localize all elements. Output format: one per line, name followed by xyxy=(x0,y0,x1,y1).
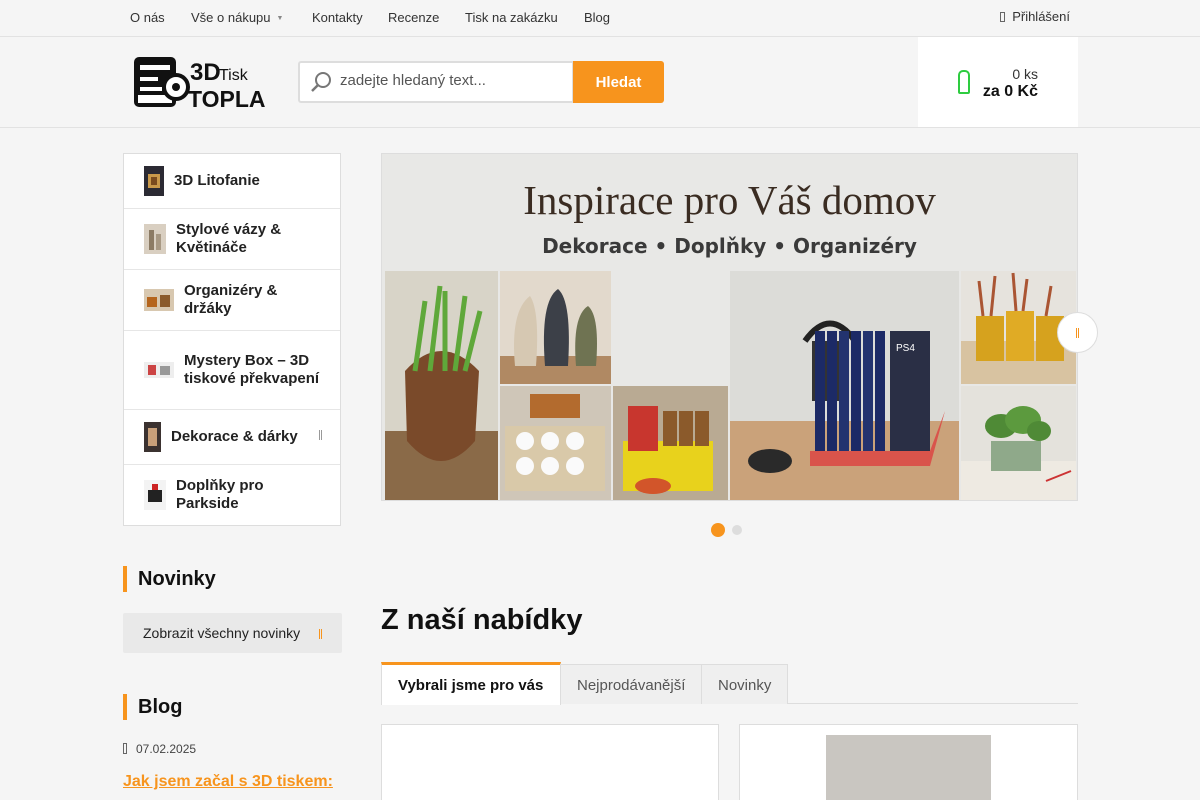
tab-recommended[interactable]: Vybrali jsme pro vás xyxy=(381,662,561,705)
logo-topla-text: TOPLA xyxy=(188,86,266,111)
nav-custom-print[interactable]: Tisk na zakázku xyxy=(465,10,558,25)
site-logo[interactable]: 3D Tisk TOPLA xyxy=(132,53,278,111)
nav-shopping-info-label: Vše o nákupu xyxy=(191,10,271,25)
chevron-right-icon xyxy=(319,629,322,639)
banner-next-button[interactable] xyxy=(1057,312,1098,353)
category-vases[interactable]: Stylové vázy & Květináče xyxy=(124,209,340,270)
category-label: Doplňky pro Parkside xyxy=(176,477,264,512)
nav-blog[interactable]: Blog xyxy=(584,10,610,25)
category-thumbnail xyxy=(144,289,174,311)
category-menu: 3D Litofanie Stylové vázy & Květináče Or… xyxy=(123,153,341,526)
category-label: Dekorace & dárky xyxy=(171,428,298,445)
banner-photo-plant-box xyxy=(961,386,1076,500)
chevron-right-icon xyxy=(319,430,322,440)
category-thumbnail xyxy=(144,224,166,254)
category-label: Mystery Box – 3D tiskové překvapení xyxy=(184,352,320,387)
product-image xyxy=(826,735,991,800)
all-news-label: Zobrazit všechny novinky xyxy=(143,625,301,641)
category-label: 3D Litofanie xyxy=(174,172,260,189)
category-mystery-box[interactable]: Mystery Box – 3D tiskové překvapení xyxy=(124,331,340,410)
search-input[interactable] xyxy=(340,72,560,89)
category-decorations[interactable]: Dekorace & dárky xyxy=(124,410,340,465)
news-heading: Novinky xyxy=(123,566,216,592)
hero-banner[interactable]: Inspirace pro Váš domov Dekorace • Doplň… xyxy=(381,153,1078,501)
cart-icon xyxy=(958,70,970,94)
nav-contacts[interactable]: Kontakty xyxy=(312,10,363,25)
search-icon xyxy=(311,72,331,92)
tab-new[interactable]: Novinky xyxy=(701,664,788,704)
product-card[interactable] xyxy=(739,724,1078,800)
blog-date: 07.02.2025 xyxy=(123,742,196,756)
banner-dot-active[interactable] xyxy=(711,522,725,537)
game-cover-label: PS4 xyxy=(896,343,915,354)
blog-date-text: 07.02.2025 xyxy=(136,742,197,756)
banner-photo-spice-organizer xyxy=(613,386,728,500)
login-label: Přihlášení xyxy=(1012,9,1070,24)
all-news-button[interactable]: Zobrazit všechny novinky xyxy=(123,613,342,653)
top-navigation: O nás Vše o nákupu ▼ Kontakty Recenze Tis… xyxy=(0,0,1200,37)
category-thumbnail xyxy=(144,480,166,510)
banner-pagination xyxy=(711,521,749,539)
banner-subtitle: Dekorace • Doplňky • Organizéry xyxy=(542,234,917,258)
calendar-icon xyxy=(123,743,127,754)
category-thumbnail xyxy=(144,422,161,452)
category-label: Stylové vázy & Květináče xyxy=(176,221,282,256)
banner-photo-vases xyxy=(500,271,611,384)
cart-total: za 0 Kč xyxy=(982,83,1038,100)
user-icon xyxy=(1000,12,1006,22)
chevron-down-icon: ▼ xyxy=(276,15,284,22)
banner-photo-game-holder: PS4 xyxy=(730,271,959,500)
banner-photo-egg-holder xyxy=(500,386,611,500)
blog-article-link[interactable]: Jak jsem začal s 3D tiskem: xyxy=(123,773,333,791)
cart-widget[interactable]: 0 ks za 0 Kč xyxy=(918,37,1078,127)
category-organizers[interactable]: Organizéry & držáky xyxy=(124,270,340,331)
nav-reviews[interactable]: Recenze xyxy=(388,10,439,25)
cart-quantity: 0 ks xyxy=(1012,66,1038,82)
search-button[interactable]: Hledat xyxy=(573,61,664,103)
category-lithophanes[interactable]: 3D Litofanie xyxy=(124,154,340,209)
category-label: Organizéry & držáky xyxy=(184,282,278,317)
blog-heading: Blog xyxy=(123,694,182,720)
tab-bestsellers[interactable]: Nejprodávanější xyxy=(560,664,702,704)
category-thumbnail xyxy=(144,362,174,378)
category-thumbnail xyxy=(144,166,164,196)
nav-about[interactable]: O nás xyxy=(130,10,165,25)
nav-shopping-info[interactable]: Vše o nákupu ▼ xyxy=(191,10,283,25)
search-box xyxy=(298,61,574,103)
banner-photo-plant-pot xyxy=(385,271,498,500)
category-parkside[interactable]: Doplňky pro Parkside xyxy=(124,465,340,525)
site-header: 3D Tisk TOPLA Hledat 0 ks za 0 Kč xyxy=(0,37,1200,128)
login-link[interactable]: Přihlášení xyxy=(1000,9,1070,24)
product-card[interactable] xyxy=(381,724,719,800)
offers-tabs: Vybrali jsme pro vás Nejprodávanější Nov… xyxy=(381,662,1078,705)
logo-3d-text: 3D xyxy=(190,59,221,86)
chevron-right-icon xyxy=(1076,328,1079,338)
banner-dot[interactable] xyxy=(732,524,742,535)
logo-tisk-text: Tisk xyxy=(219,67,249,84)
offers-heading: Z naší nabídky xyxy=(381,604,583,636)
banner-title: Inspirace pro Váš domov xyxy=(523,177,936,223)
